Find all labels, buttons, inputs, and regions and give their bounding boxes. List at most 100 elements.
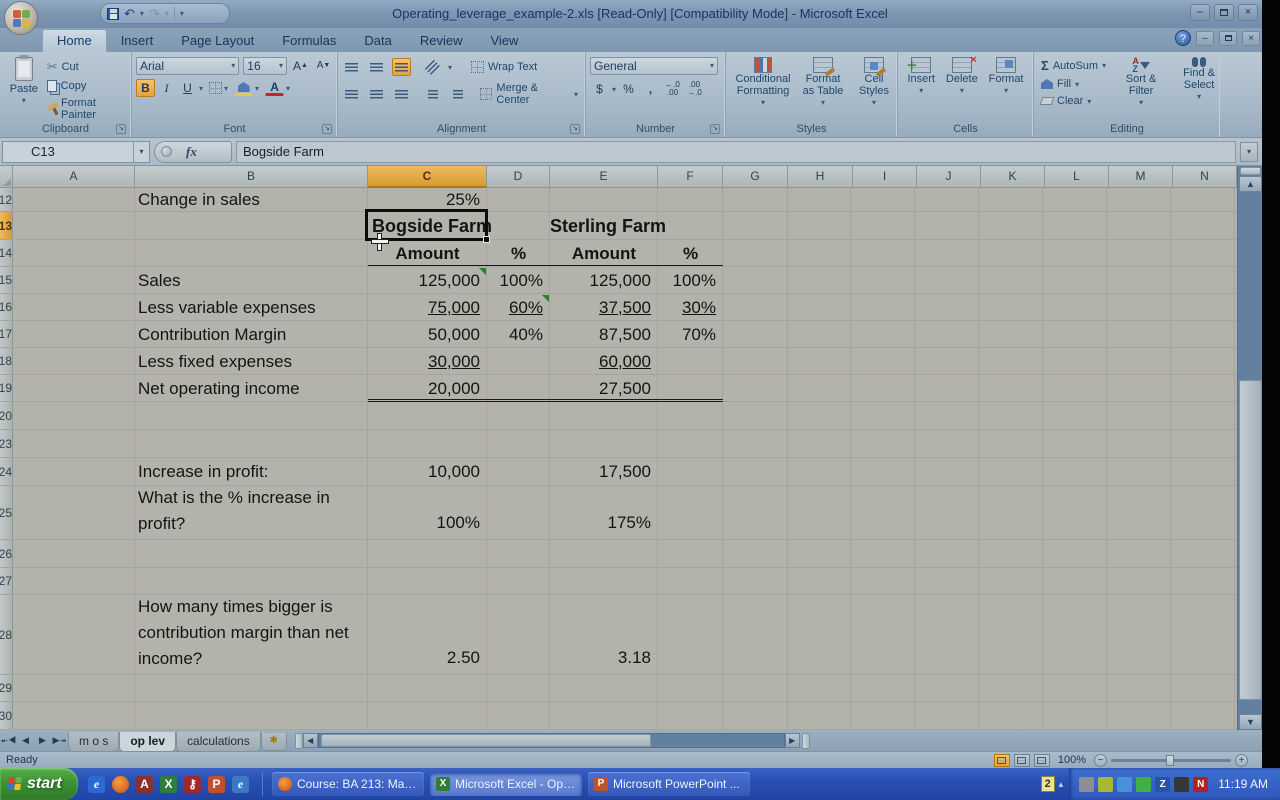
office-button[interactable] xyxy=(4,1,38,35)
cell-f17[interactable]: 70% xyxy=(658,321,723,347)
zoom-slider[interactable] xyxy=(1111,759,1231,762)
task-excel[interactable]: X Microsoft Excel - Ope... xyxy=(430,772,582,796)
cell-e19[interactable]: 27,500 xyxy=(550,375,658,401)
decrease-decimal-button[interactable]: .00→.0 xyxy=(685,80,704,98)
col-header-c[interactable]: C xyxy=(368,166,487,188)
sheet-row-19[interactable]: 19 Net operating income 20,000 27,500 xyxy=(0,375,1237,402)
sheet-row-29[interactable]: 29 xyxy=(0,675,1237,702)
underline-button[interactable]: U xyxy=(178,79,197,97)
cell-f14[interactable]: % xyxy=(658,240,723,266)
cell-c25[interactable]: 100% xyxy=(368,486,487,539)
tab-formulas[interactable]: Formulas xyxy=(268,30,350,52)
scroll-left-icon[interactable]: ◀ xyxy=(303,733,318,748)
cell-e28[interactable]: 3.18 xyxy=(550,595,658,674)
zoom-slider-thumb[interactable] xyxy=(1166,755,1174,766)
fill-button[interactable]: Fill▾ xyxy=(1038,77,1109,91)
clear-button[interactable]: Clear▾ xyxy=(1038,94,1109,108)
row-header-30[interactable]: 30 xyxy=(0,702,12,729)
cell-b15[interactable]: Sales xyxy=(138,267,368,293)
sheet-row-17[interactable]: 17 Contribution Margin 50,000 40% 87,500… xyxy=(0,321,1237,348)
cell-f16[interactable]: 30% xyxy=(658,294,723,320)
orientation-icon[interactable] xyxy=(423,58,442,76)
sheet-row-14[interactable]: 14 Amount % Amount % xyxy=(0,240,1237,267)
scroll-down-icon[interactable]: ▼ xyxy=(1239,714,1262,730)
page-break-view-button[interactable] xyxy=(1034,754,1050,767)
row-header-17[interactable]: 17 xyxy=(0,321,12,347)
sheet-tab-calculations[interactable]: calculations xyxy=(176,732,261,752)
quick-launch-key-icon[interactable]: ⚷ xyxy=(184,776,201,793)
percent-format-button[interactable]: % xyxy=(619,80,638,98)
font-color-dropdown-icon[interactable]: ▾ xyxy=(286,84,290,93)
cell-c12[interactable]: 25% xyxy=(368,188,487,211)
cell-e18[interactable]: 60,000 xyxy=(550,348,658,374)
quick-launch-app-icon[interactable]: A xyxy=(136,776,153,793)
quick-launch-excel-icon[interactable]: X xyxy=(160,776,177,793)
workbook-minimize-button[interactable]: – xyxy=(1196,31,1214,46)
row-header-27[interactable]: 27 xyxy=(0,568,12,594)
cell-b25[interactable]: What is the % increase in profit? xyxy=(138,486,368,539)
col-header-k[interactable]: K xyxy=(981,166,1045,188)
page-layout-view-button[interactable] xyxy=(1014,754,1030,767)
format-cells-button[interactable]: Format▾ xyxy=(985,55,1028,122)
worksheet-grid[interactable]: 12 Change in sales 25% 13 Bogside Farm S… xyxy=(0,188,1237,730)
decrease-indent-icon[interactable] xyxy=(423,85,442,103)
task-firefox-course[interactable]: Course: BA 213: Man... xyxy=(272,772,424,796)
cut-button[interactable]: ✂Cut xyxy=(44,58,127,76)
sheet-row-24[interactable]: 24 Increase in profit: 10,000 17,500 xyxy=(0,458,1237,486)
tab-home[interactable]: Home xyxy=(42,29,107,52)
insert-worksheet-icon[interactable]: ✱ xyxy=(261,733,287,751)
font-color-icon[interactable]: A xyxy=(265,80,284,96)
align-left-icon[interactable] xyxy=(342,85,361,103)
row-header-26[interactable]: 26 xyxy=(0,540,12,567)
font-dialog-launcher-icon[interactable]: ↘ xyxy=(322,124,332,134)
conditional-formatting-button[interactable]: Conditional Formatting▾ xyxy=(730,55,796,122)
delete-cells-button[interactable]: × Delete▾ xyxy=(942,55,982,122)
cell-e24[interactable]: 17,500 xyxy=(550,458,658,485)
quick-launch-powerpoint-icon[interactable]: P xyxy=(208,776,225,793)
insert-function-icon[interactable]: fx xyxy=(186,144,197,160)
sheet-row-18[interactable]: 18 Less fixed expenses 30,000 60,000 xyxy=(0,348,1237,375)
cell-b28[interactable]: How many times bigger is contribution ma… xyxy=(138,595,368,674)
sheet-row-23[interactable]: 23 xyxy=(0,430,1237,458)
scroll-right-icon[interactable]: ▶ xyxy=(785,733,800,748)
fill-color-dropdown-icon[interactable]: ▾ xyxy=(255,84,259,93)
underline-dropdown-icon[interactable]: ▾ xyxy=(199,84,203,93)
cell-b16[interactable]: Less variable expenses xyxy=(138,294,368,320)
copy-button[interactable]: Copy xyxy=(44,79,127,93)
col-header-a[interactable]: A xyxy=(13,166,135,188)
alignment-dialog-launcher-icon[interactable]: ↘ xyxy=(570,124,580,134)
zoom-out-button[interactable]: − xyxy=(1094,754,1107,767)
normal-view-button[interactable] xyxy=(994,754,1010,767)
increase-indent-icon[interactable] xyxy=(448,85,467,103)
cell-c16[interactable]: 75,000 xyxy=(368,294,487,320)
zoom-level[interactable]: 100% xyxy=(1058,754,1086,766)
cell-b19[interactable]: Net operating income xyxy=(138,375,368,401)
cell-c17[interactable]: 50,000 xyxy=(368,321,487,347)
row-header-12[interactable]: 12 xyxy=(0,188,12,211)
cell-c18[interactable]: 30,000 xyxy=(368,348,487,374)
vertical-scrollbar[interactable]: ▲ ▼ xyxy=(1237,166,1262,730)
shrink-font-button[interactable]: A▼ xyxy=(314,57,333,75)
autosum-button[interactable]: ΣAutoSum▾ xyxy=(1038,57,1109,74)
fill-color-icon[interactable] xyxy=(234,80,253,96)
sheet-row-20[interactable]: 20 xyxy=(0,402,1237,430)
horizontal-split-handle[interactable] xyxy=(295,733,303,749)
grow-font-button[interactable]: A▲ xyxy=(291,57,310,75)
sheet-row-15[interactable]: 15 Sales 125,000 100% 125,000 100% xyxy=(0,267,1237,294)
col-header-j[interactable]: J xyxy=(917,166,981,188)
cell-e17[interactable]: 87,500 xyxy=(550,321,658,347)
tab-page-layout[interactable]: Page Layout xyxy=(167,30,268,52)
col-header-i[interactable]: I xyxy=(853,166,917,188)
workbook-restore-button[interactable] xyxy=(1219,31,1237,46)
cell-e25[interactable]: 175% xyxy=(550,486,658,539)
scroll-up-icon[interactable]: ▲ xyxy=(1239,176,1262,192)
name-box-dropdown-icon[interactable]: ▾ xyxy=(133,142,149,162)
row-header-13[interactable]: 13 xyxy=(0,212,12,239)
currency-dropdown-icon[interactable]: ▾ xyxy=(612,85,616,94)
tab-insert[interactable]: Insert xyxy=(107,30,168,52)
cell-b24[interactable]: Increase in profit: xyxy=(138,458,368,485)
tray-expand-icon[interactable]: ▴ xyxy=(1059,779,1064,790)
font-family-select[interactable]: Arial▾ xyxy=(136,57,239,75)
expand-formula-bar-icon[interactable]: ▾ xyxy=(1240,142,1258,162)
paste-button[interactable]: Paste ▾ xyxy=(4,55,44,122)
